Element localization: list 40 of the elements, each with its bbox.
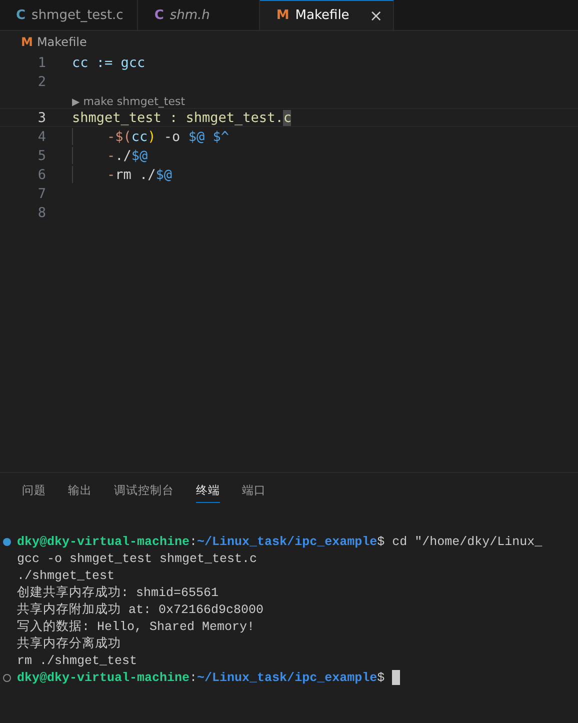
line-number: 2 <box>36 74 46 90</box>
file-type-icon: C <box>16 8 26 22</box>
code-line: shmget_test : shmget_test.c <box>72 110 292 126</box>
code-line: -./$@ <box>107 148 148 164</box>
line-number: 1 <box>36 54 46 70</box>
file-type-icon: M <box>276 8 290 23</box>
file-type-icon: C <box>154 8 164 22</box>
tab-label: Makefile <box>295 8 350 23</box>
file-type-icon: M <box>21 35 33 49</box>
line-number: 6 <box>36 166 46 182</box>
close-icon[interactable]: × <box>369 6 383 25</box>
terminal-output: rm ./shmget_test <box>17 654 138 668</box>
terminal-output: 共享内存分离成功 <box>17 636 121 652</box>
panel-tab[interactable]: 终端 <box>196 483 220 503</box>
terminal-prompt: dky@dky-virtual-machine:~/Linux_task/ipc_example$ <box>17 670 385 684</box>
editor-tab[interactable]: M Makefile × <box>260 0 394 30</box>
command-status-icon[interactable] <box>3 538 11 546</box>
panel-tab[interactable]: 调试控制台 <box>114 483 174 503</box>
terminal-output: gcc -o shmget_test shmget_test.c <box>17 552 258 566</box>
code-line: -rm ./$@ <box>107 166 172 182</box>
line-number: 5 <box>36 148 46 164</box>
line-number: 4 <box>36 128 46 144</box>
tab-label: shm.h <box>170 8 210 22</box>
line-number: 3 <box>36 110 46 126</box>
panel-tab[interactable]: 问题 <box>22 483 46 503</box>
code-line: cc := gcc <box>72 54 146 70</box>
terminal-output: ./shmget_test <box>17 568 115 582</box>
terminal-output: 写入的数据: Hello, Shared Memory! <box>17 618 255 635</box>
code-line: -$(cc) -o $@ $^ <box>107 128 229 144</box>
line-number: 8 <box>36 204 46 220</box>
panel-tab[interactable]: 端口 <box>242 483 266 503</box>
line-number: 7 <box>36 186 46 202</box>
terminal-prompt: dky@dky-virtual-machine:~/Linux_task/ipc_example$ cd "/home/dky/Linux_ <box>17 534 542 548</box>
panel-tab[interactable]: 输出 <box>68 483 92 503</box>
terminal-output: 创建共享内存成功: shmid=65561 <box>17 584 219 601</box>
tab-label: shmget_test.c <box>32 8 124 22</box>
command-status-icon[interactable] <box>3 674 11 682</box>
breadcrumb-item[interactable]: Makefile <box>36 35 87 49</box>
terminal-output: 共享内存附加成功 at: 0x72166d9c8000 <box>17 602 264 618</box>
run-target-link[interactable]: ▶ make shmget_test <box>72 95 186 108</box>
